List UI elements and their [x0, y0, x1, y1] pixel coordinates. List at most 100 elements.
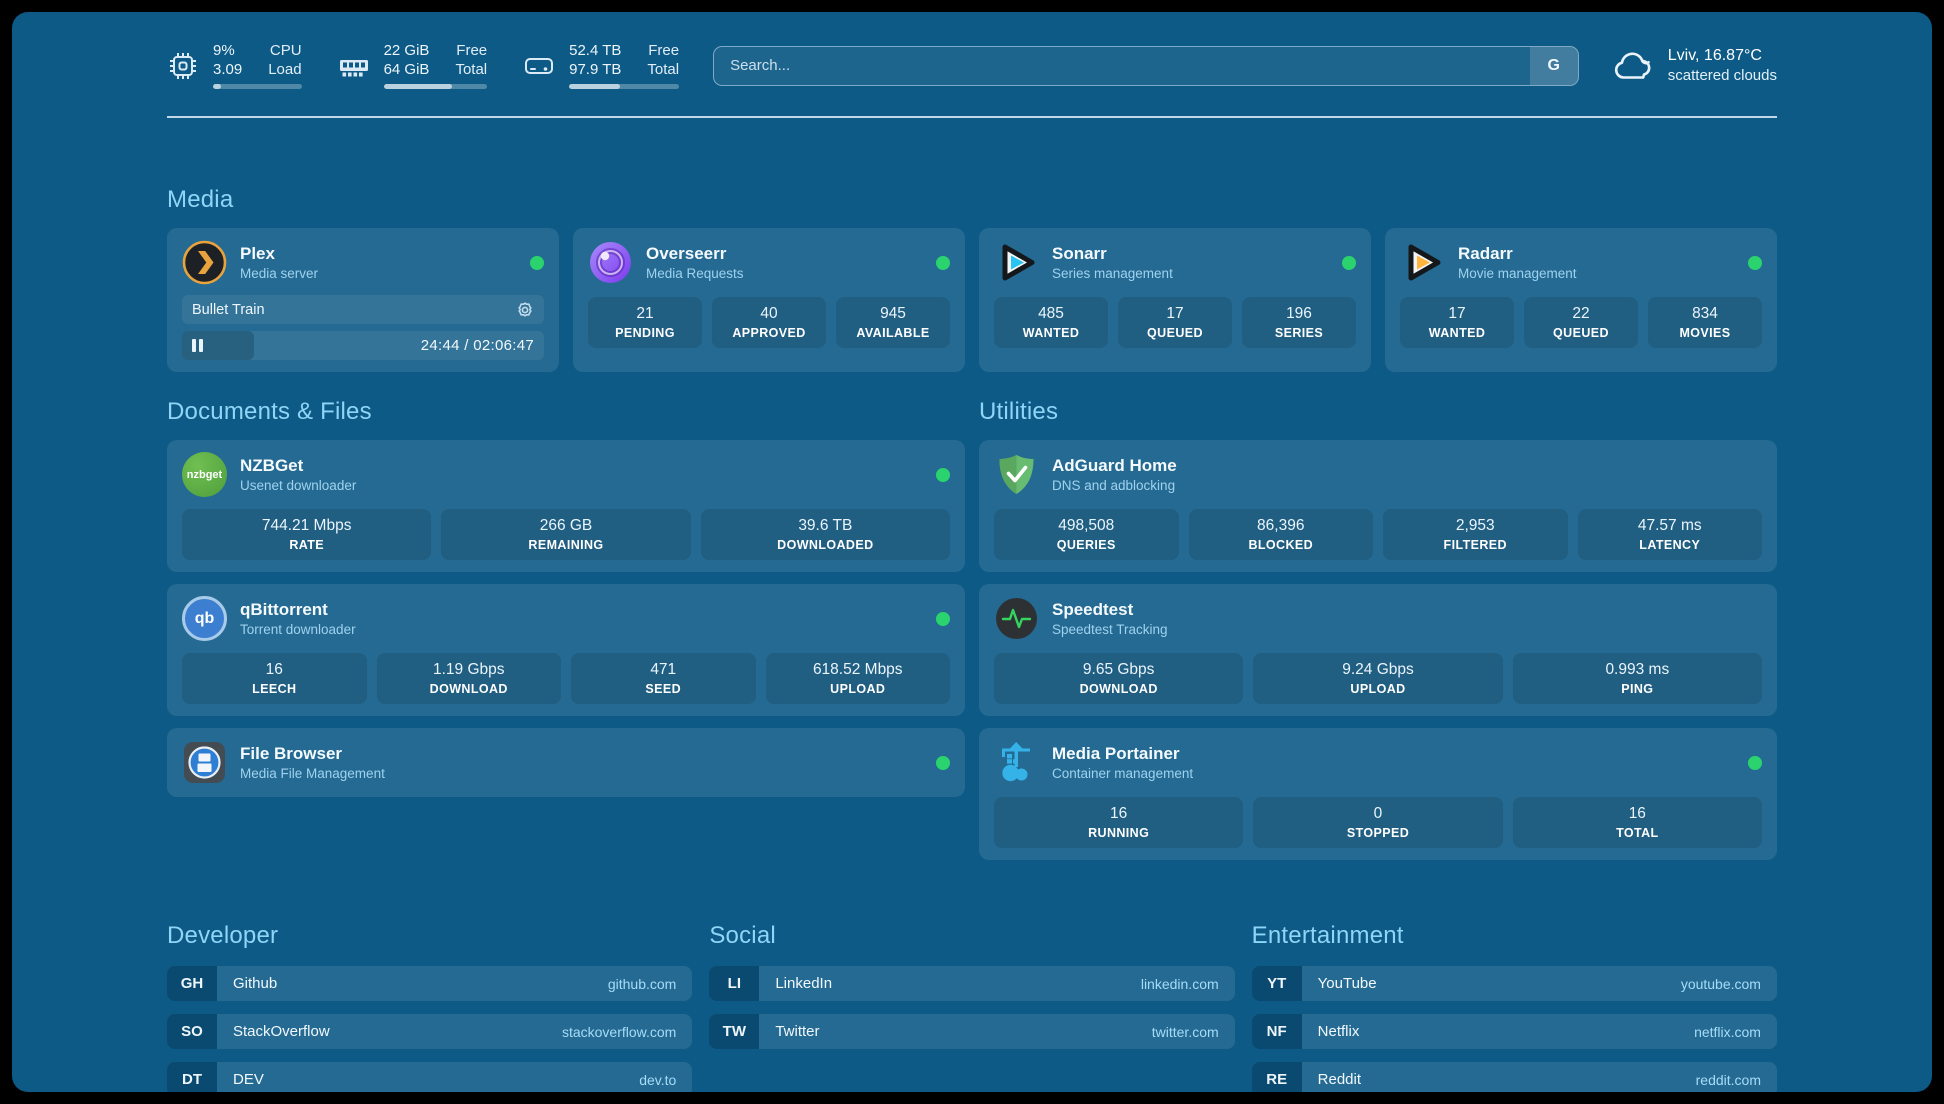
link-reddit[interactable]: RE Reddit reddit.com — [1252, 1062, 1777, 1092]
cpu-chip-icon — [167, 50, 199, 82]
link-dev[interactable]: DT DEV dev.to — [167, 1062, 692, 1092]
link-abbr: LI — [709, 966, 759, 1001]
section-entertainment: Entertainment YT YouTube youtube.com NF … — [1252, 922, 1777, 1092]
section-title-documents: Documents & Files — [167, 398, 965, 426]
app-card-filebrowser[interactable]: File Browser Media File Management — [167, 728, 965, 797]
app-card-plex[interactable]: Plex Media server Bullet Train 24:44 / 0 — [167, 228, 559, 372]
app-card-qbittorrent[interactable]: qb qBittorrent Torrent downloader 16 LEE… — [167, 584, 965, 716]
link-name: Twitter — [775, 1023, 819, 1040]
link-stackoverflow[interactable]: SO StackOverflow stackoverflow.com — [167, 1014, 692, 1049]
status-dot — [1748, 256, 1762, 270]
now-playing-row: Bullet Train — [182, 295, 544, 324]
stat-stopped: 0 STOPPED — [1253, 797, 1502, 848]
link-domain: reddit.com — [1696, 1072, 1761, 1088]
stat-upload: 9.24 Gbps UPLOAD — [1253, 653, 1502, 704]
link-netflix[interactable]: NF Netflix netflix.com — [1252, 1014, 1777, 1049]
stat-download: 9.65 Gbps DOWNLOAD — [994, 653, 1243, 704]
link-domain: youtube.com — [1681, 976, 1761, 992]
disk-widget: 52.4 TB Free 97.9 TB Total — [523, 42, 679, 89]
link-youtube[interactable]: YT YouTube youtube.com — [1252, 966, 1777, 1001]
app-name: Media Portainer — [1052, 743, 1193, 765]
gear-icon[interactable] — [516, 301, 534, 319]
link-linkedin[interactable]: LI LinkedIn linkedin.com — [709, 966, 1234, 1001]
section-media: Media Plex Media server — [167, 186, 1777, 372]
stat-wanted: 485 WANTED — [994, 297, 1108, 348]
stat-queries: 498,508 QUERIES — [994, 509, 1179, 560]
stat-queued: 17 QUEUED — [1118, 297, 1232, 348]
memory-label-2: Total — [455, 61, 487, 80]
nzbget-logo-icon: nzbget — [182, 452, 227, 497]
search-input[interactable] — [714, 47, 1530, 85]
section-title-social: Social — [709, 922, 1234, 950]
link-domain: netflix.com — [1694, 1024, 1761, 1040]
stat-movies: 834 MOVIES — [1648, 297, 1762, 348]
cpu-usage-value: 9% — [213, 42, 242, 61]
link-name: Netflix — [1318, 1023, 1360, 1040]
stat-pending: 21 PENDING — [588, 297, 702, 348]
topbar-divider — [167, 116, 1777, 118]
app-card-radarr[interactable]: Radarr Movie management 17 WANTED 22 QUE… — [1385, 228, 1777, 372]
app-subtitle: Media Requests — [646, 265, 744, 282]
link-abbr: DT — [167, 1062, 217, 1092]
app-subtitle: Series management — [1052, 265, 1173, 282]
app-subtitle: Media File Management — [240, 765, 385, 782]
status-dot — [1342, 256, 1356, 270]
pause-button[interactable] — [192, 339, 203, 352]
app-card-sonarr[interactable]: Sonarr Series management 485 WANTED 17 Q… — [979, 228, 1371, 372]
link-abbr: YT — [1252, 966, 1302, 1001]
stat-downloaded: 39.6 TB DOWNLOADED — [701, 509, 950, 560]
app-name: qBittorrent — [240, 599, 356, 621]
app-card-overseerr[interactable]: Overseerr Media Requests 21 PENDING 40 A… — [573, 228, 965, 372]
section-documents: Documents & Files nzbget NZBGet Usenet d… — [167, 398, 965, 872]
memory-total-value: 64 GiB — [384, 61, 430, 80]
portainer-logo-icon — [994, 740, 1039, 785]
status-dot — [936, 612, 950, 626]
app-card-nzbget[interactable]: nzbget NZBGet Usenet downloader 744.21 M… — [167, 440, 965, 572]
status-dot — [1748, 756, 1762, 770]
stat-available: 945 AVAILABLE — [836, 297, 950, 348]
memory-free-value: 22 GiB — [384, 42, 430, 61]
stat-running: 16 RUNNING — [994, 797, 1243, 848]
app-name: AdGuard Home — [1052, 455, 1177, 477]
stat-approved: 40 APPROVED — [712, 297, 826, 348]
cpu-load-value: 3.09 — [213, 61, 242, 80]
memory-label-1: Free — [455, 42, 487, 61]
status-dot — [530, 256, 544, 270]
app-card-adguard[interactable]: AdGuard Home DNS and adblocking 498,508 … — [979, 440, 1777, 572]
link-abbr: TW — [709, 1014, 759, 1049]
weather-widget: Lviv, 16.87°C scattered clouds — [1613, 46, 1777, 85]
status-dot — [936, 256, 950, 270]
search-engine-button[interactable]: G — [1530, 47, 1578, 85]
section-developer: Developer GH Github github.com SO StackO… — [167, 922, 692, 1092]
disk-total-value: 97.9 TB — [569, 61, 621, 80]
stat-total: 16 TOTAL — [1513, 797, 1762, 848]
stat-leech: 16 LEECH — [182, 653, 367, 704]
app-subtitle: Torrent downloader — [240, 621, 356, 638]
stat-download: 1.19 Gbps DOWNLOAD — [377, 653, 562, 704]
app-subtitle: DNS and adblocking — [1052, 477, 1177, 494]
disk-progress-bar — [569, 84, 679, 89]
stat-seed: 471 SEED — [571, 653, 756, 704]
stat-blocked: 86,396 BLOCKED — [1189, 509, 1374, 560]
app-subtitle: Movie management — [1458, 265, 1577, 282]
stat-rate: 744.21 Mbps RATE — [182, 509, 431, 560]
link-twitter[interactable]: TW Twitter twitter.com — [709, 1014, 1234, 1049]
cpu-label-1: CPU — [268, 42, 301, 61]
section-title-developer: Developer — [167, 922, 692, 950]
memory-ram-icon — [338, 50, 370, 82]
app-name: Speedtest — [1052, 599, 1168, 621]
stat-series: 196 SERIES — [1242, 297, 1356, 348]
now-playing-title: Bullet Train — [192, 302, 265, 318]
hard-drive-icon — [523, 50, 555, 82]
app-card-portainer[interactable]: Media Portainer Container management 16 … — [979, 728, 1777, 860]
app-card-speedtest[interactable]: Speedtest Speedtest Tracking 9.65 Gbps D… — [979, 584, 1777, 716]
link-abbr: SO — [167, 1014, 217, 1049]
link-domain: stackoverflow.com — [562, 1024, 676, 1040]
link-abbr: GH — [167, 966, 217, 1001]
app-name: NZBGet — [240, 455, 356, 477]
section-utilities: Utilities AdGuard Home DNS and adblockin… — [979, 398, 1777, 872]
link-github[interactable]: GH Github github.com — [167, 966, 692, 1001]
link-domain: github.com — [608, 976, 676, 992]
top-bar: 9% CPU 3.09 Load — [167, 42, 1777, 89]
speedtest-logo-icon — [994, 596, 1039, 641]
